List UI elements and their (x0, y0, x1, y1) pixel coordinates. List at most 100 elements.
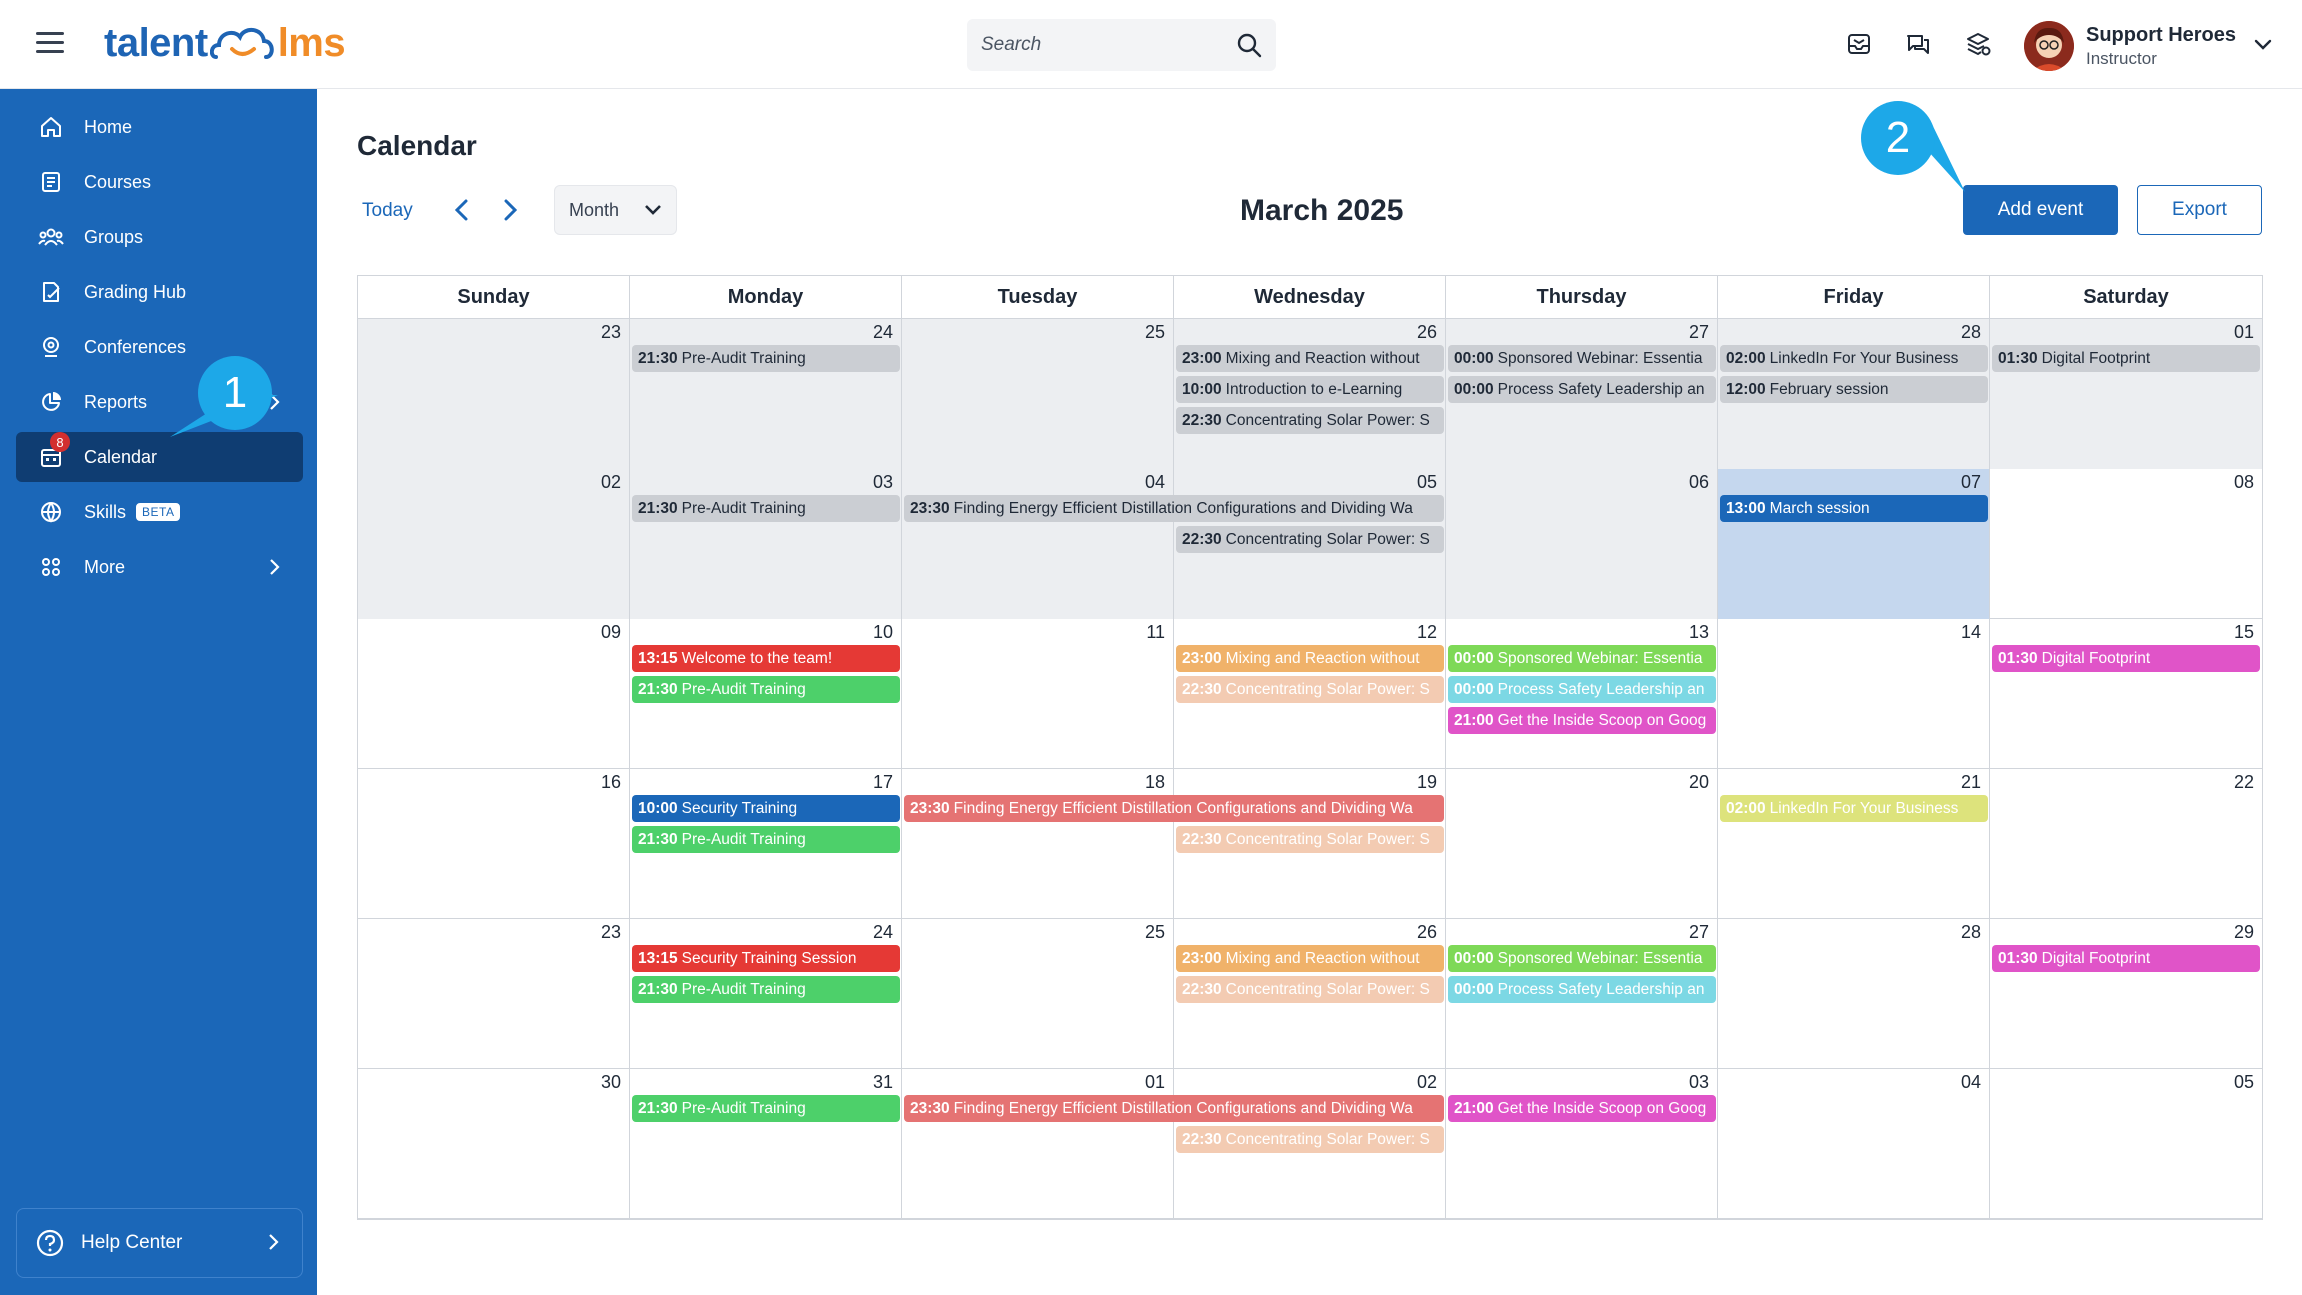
help-center-button[interactable]: Help Center (16, 1208, 303, 1278)
calendar-event[interactable]: 21:30 Pre-Audit Training (632, 676, 900, 703)
calendar-day-cell[interactable]: 14 (1718, 619, 1990, 769)
calendar-day-cell[interactable]: 11 (902, 619, 1174, 769)
calendar-day-cell[interactable]: 04 (902, 469, 1174, 619)
chat-icon[interactable] (1904, 30, 1932, 58)
calendar-event[interactable]: 13:00 March session (1720, 495, 1988, 522)
export-button[interactable]: Export (2137, 185, 2262, 235)
event-title: Get the Inside Scoop on Goog (1497, 712, 1707, 729)
calendar-event[interactable]: 23:30 Finding Energy Efficient Distillati… (904, 495, 1444, 522)
sidebar-item-grading-hub[interactable]: Grading Hub (16, 267, 303, 317)
calendar-day-cell[interactable]: 08 (1990, 469, 2262, 619)
calendar-day-cell[interactable]: 23 (358, 319, 630, 469)
calendar-event[interactable]: 21:30 Pre-Audit Training (632, 1095, 900, 1122)
day-number: 28 (1960, 922, 1981, 942)
calendar-day-cell[interactable]: 23 (358, 919, 630, 1069)
calendar-day-cell[interactable]: 29 (1990, 919, 2262, 1069)
calendar-event[interactable]: 23:00 Mixing and Reaction without (1176, 645, 1444, 672)
sidebar-item-home[interactable]: Home (16, 102, 303, 152)
calendar-event[interactable]: 00:00 Sponsored Webinar: Essentia (1448, 945, 1716, 972)
calendar-day-cell[interactable]: 25 (902, 319, 1174, 469)
calendar-event[interactable]: 01:30 Digital Footprint (1992, 345, 2260, 372)
logo[interactable]: talent lms (104, 18, 346, 68)
menu-icon[interactable] (36, 32, 64, 56)
calendar-event[interactable]: 21:30 Pre-Audit Training (632, 345, 900, 372)
user-menu[interactable]: Support Heroes Instructor (2024, 17, 2272, 75)
calendar-day-cell[interactable]: 28 (1718, 919, 1990, 1069)
event-title: Pre-Audit Training (681, 1100, 806, 1117)
catalog-icon[interactable] (1964, 30, 1992, 58)
calendar-event[interactable]: 21:00 Get the Inside Scoop on Goog (1448, 707, 1716, 734)
calendar-event[interactable]: 00:00 Process Safety Leadership an (1448, 376, 1716, 403)
view-select[interactable]: Month (554, 185, 677, 235)
calendar-day-cell[interactable]: 09 (358, 619, 630, 769)
calendar-event[interactable]: 10:00 Introduction to e-Learning (1176, 376, 1444, 403)
calendar-event[interactable]: 22:30 Concentrating Solar Power: S (1176, 526, 1444, 553)
calendar-event[interactable]: 02:00 LinkedIn For Your Business (1720, 795, 1988, 822)
calendar-day-cell[interactable]: 01 (902, 1069, 1174, 1219)
event-title: Welcome to the team! (681, 650, 833, 667)
calendar-event[interactable]: 00:00 Sponsored Webinar: Essentia (1448, 345, 1716, 372)
next-month-button[interactable] (496, 196, 524, 224)
calendar-event[interactable]: 22:30 Concentrating Solar Power: S (1176, 826, 1444, 853)
calendar-event[interactable]: 00:00 Sponsored Webinar: Essentia (1448, 645, 1716, 672)
previous-month-button[interactable] (448, 196, 476, 224)
calendar-day-cell[interactable]: 25 (902, 919, 1174, 1069)
day-number: 26 (1416, 922, 1437, 942)
calendar-event[interactable]: 23:00 Mixing and Reaction without (1176, 945, 1444, 972)
search-input[interactable] (981, 34, 1221, 56)
calendar-day-cell[interactable]: 06 (1446, 469, 1718, 619)
add-event-button[interactable]: Add event (1963, 185, 2118, 235)
callout-2: 2 (1861, 101, 1935, 175)
calendar-event[interactable]: 00:00 Process Safety Leadership an (1448, 976, 1716, 1003)
sidebar-item-groups[interactable]: Groups (16, 212, 303, 262)
calendar-event[interactable]: 21:30 Pre-Audit Training (632, 495, 900, 522)
calendar-event[interactable]: 21:30 Pre-Audit Training (632, 976, 900, 1003)
calendar-event[interactable]: 23:30 Finding Energy Efficient Distillati… (904, 795, 1444, 822)
calendar-event[interactable]: 22:30 Concentrating Solar Power: S (1176, 1126, 1444, 1153)
calendar-event[interactable]: 22:30 Concentrating Solar Power: S (1176, 407, 1444, 434)
calendar-event[interactable]: 23:30 Finding Energy Efficient Distillati… (904, 1095, 1444, 1122)
calendar-event[interactable]: 00:00 Process Safety Leadership an (1448, 676, 1716, 703)
event-title: Pre-Audit Training (681, 981, 806, 998)
calendar-event[interactable]: 13:15 Welcome to the team! (632, 645, 900, 672)
calendar-event[interactable]: 12:00 February session (1720, 376, 1988, 403)
calendar-event[interactable]: 10:00 Security Training (632, 795, 900, 822)
calendar-day-cell[interactable]: 31 (630, 1069, 902, 1219)
calendar-day-cell[interactable]: 30 (358, 1069, 630, 1219)
sidebar-item-courses[interactable]: Courses (16, 157, 303, 207)
sidebar-item-conferences[interactable]: Conferences (16, 322, 303, 372)
calendar-event[interactable]: 21:30 Pre-Audit Training (632, 826, 900, 853)
sidebar-item-more[interactable]: More (16, 542, 303, 592)
calendar-event[interactable]: 22:30 Concentrating Solar Power: S (1176, 676, 1444, 703)
chevron-down-icon[interactable] (2254, 39, 2272, 51)
calendar-day-cell[interactable]: 16 (358, 769, 630, 919)
calendar-day-cell[interactable]: 15 (1990, 619, 2262, 769)
chevron-right-icon (270, 559, 280, 575)
search-icon[interactable] (1236, 32, 1262, 58)
calendar-day-cell[interactable]: 07 (1718, 469, 1990, 619)
calendar-day-cell[interactable]: 04 (1718, 1069, 1990, 1219)
calendar-day-cell[interactable]: 22 (1990, 769, 2262, 919)
sidebar-item-skills[interactable]: Skills BETA (16, 487, 303, 537)
calendar-event[interactable]: 13:15 Security Training Session (632, 945, 900, 972)
calendar-event[interactable]: 01:30 Digital Footprint (1992, 645, 2260, 672)
calendar-day-cell[interactable]: 01 (1990, 319, 2262, 469)
calendar-day-cell[interactable]: 21 (1718, 769, 1990, 919)
today-button[interactable]: Today (362, 200, 413, 222)
inbox-icon[interactable] (1845, 30, 1873, 58)
calendar-day-cell[interactable]: 03 (1446, 1069, 1718, 1219)
event-time: 21:00 (1454, 712, 1494, 729)
calendar-event[interactable]: 21:00 Get the Inside Scoop on Goog (1448, 1095, 1716, 1122)
calendar-day-cell[interactable]: 02 (358, 469, 630, 619)
calendar-day-cell[interactable]: 03 (630, 469, 902, 619)
calendar-event[interactable]: 01:30 Digital Footprint (1992, 945, 2260, 972)
calendar-day-cell[interactable]: 20 (1446, 769, 1718, 919)
event-time: 00:00 (1454, 650, 1494, 667)
day-number: 05 (2233, 1072, 2254, 1092)
calendar-day-cell[interactable]: 05 (1990, 1069, 2262, 1219)
calendar-event[interactable]: 22:30 Concentrating Solar Power: S (1176, 976, 1444, 1003)
calendar-event[interactable]: 23:00 Mixing and Reaction without (1176, 345, 1444, 372)
calendar-event[interactable]: 02:00 LinkedIn For Your Business (1720, 345, 1988, 372)
calendar-day-cell[interactable]: 24 (630, 319, 902, 469)
calendar-day-cell[interactable]: 18 (902, 769, 1174, 919)
